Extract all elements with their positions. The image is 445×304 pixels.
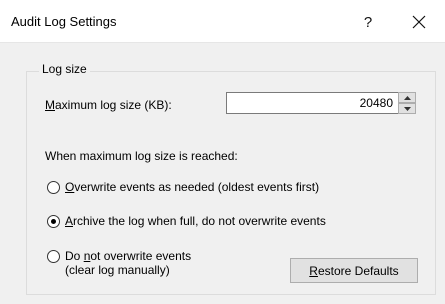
title-bar: Audit Log Settings ?: [0, 0, 445, 43]
spin-down-button[interactable]: [398, 103, 416, 114]
restore-defaults-button[interactable]: Restore Defaults: [290, 258, 418, 283]
max-size-field[interactable]: [226, 92, 416, 114]
radio-button[interactable]: [47, 250, 60, 263]
help-icon: ?: [363, 13, 373, 31]
max-size-input[interactable]: [227, 93, 415, 113]
radio-archive-when-full[interactable]: Archive the log when full, do not overwr…: [47, 214, 326, 228]
help-button[interactable]: ?: [352, 8, 384, 36]
close-icon: [412, 15, 426, 29]
restore-defaults-label: Restore Defaults: [309, 263, 399, 278]
radio-button[interactable]: [47, 181, 60, 194]
radio-overwrite-as-needed[interactable]: Overwrite events as needed (oldest event…: [47, 180, 319, 194]
when-full-label: When maximum log size is reached:: [45, 149, 238, 163]
radio-label: Do not overwrite events (clear log manua…: [65, 249, 192, 277]
close-button[interactable]: [400, 8, 438, 36]
radio-button[interactable]: [47, 215, 60, 228]
spin-up-button[interactable]: [398, 92, 416, 103]
arrow-up-icon: [403, 95, 411, 100]
arrow-down-icon: [403, 106, 411, 111]
radio-do-not-overwrite[interactable]: Do not overwrite events (clear log manua…: [47, 249, 191, 277]
group-legend: Log size: [39, 62, 90, 76]
max-size-label: Maximum log size (KB):: [45, 98, 172, 112]
max-size-spinner[interactable]: [398, 92, 416, 114]
radio-label: Overwrite events as needed (oldest event…: [65, 180, 320, 194]
window-title: Audit Log Settings: [11, 14, 117, 29]
radio-label: Archive the log when full, do not overwr…: [65, 214, 326, 228]
